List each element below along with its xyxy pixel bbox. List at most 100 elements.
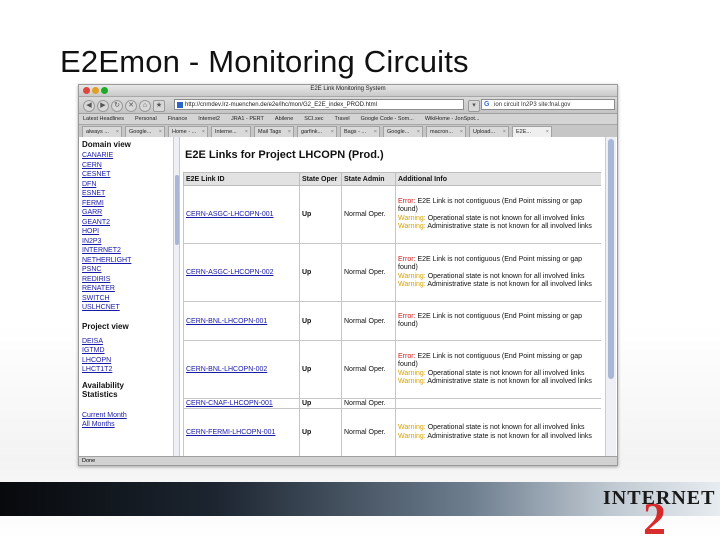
main-scroll-thumb[interactable] xyxy=(608,139,614,379)
e2e-link-id-link[interactable]: CERN-BNL-LHCOPN-002 xyxy=(186,366,267,373)
bookmark-item[interactable]: Personal xyxy=(135,116,157,122)
browser-tab[interactable]: × Bags - ... xyxy=(340,126,380,137)
domain-link[interactable]: USLHCNET xyxy=(82,303,179,313)
close-tab-icon[interactable]: × xyxy=(159,127,162,137)
project-link[interactable]: LHCT1T2 xyxy=(82,365,179,375)
back-arrow-icon[interactable]: ◀ xyxy=(83,100,95,112)
forward-arrow-icon[interactable]: ▶ xyxy=(97,100,109,112)
cell-state-admin: Normal Oper. xyxy=(341,398,396,409)
close-tab-icon[interactable]: × xyxy=(503,127,506,137)
close-tab-icon[interactable]: × xyxy=(245,127,248,137)
domain-link[interactable]: GARR xyxy=(82,208,179,218)
e2e-link-id-link[interactable]: CERN-CNAF-LHCOPN-001 xyxy=(186,400,273,407)
site-favicon-icon xyxy=(177,102,183,108)
browser-tab[interactable]: × Upload... xyxy=(469,126,509,137)
close-tab-icon[interactable]: × xyxy=(202,127,205,137)
search-input[interactable]: G ion circuit In2P3 site:fnal.gov xyxy=(481,99,615,110)
browser-window: E2E Link Monitoring System ◀ ▶ ↻ ✕ ⌂ ★ h… xyxy=(78,84,618,466)
availability-link[interactable]: All Months xyxy=(82,420,179,430)
close-tab-icon[interactable]: × xyxy=(374,127,377,137)
browser-tab[interactable]: × Home - ... xyxy=(168,126,208,137)
sidebar-scrollbar[interactable] xyxy=(173,137,179,456)
warning-label: Warning: xyxy=(398,281,426,288)
bookmark-item[interactable]: SCI.sec xyxy=(304,116,323,122)
browser-tab[interactable]: × garfink... xyxy=(297,126,337,137)
close-tab-icon[interactable]: × xyxy=(460,127,463,137)
sidebar-scroll-thumb[interactable] xyxy=(175,175,179,245)
domain-link[interactable]: PSNC xyxy=(82,265,179,275)
browser-tab[interactable]: × always ... xyxy=(82,126,122,137)
e2e-link-id-link[interactable]: CERN-ASGC-LHCOPN-002 xyxy=(186,269,274,276)
info-message-text: E2E Link is not contiguous (End Point mi… xyxy=(398,352,583,369)
domain-link[interactable]: RENATER xyxy=(82,284,179,294)
domain-link[interactable]: INTERNET2 xyxy=(82,246,179,256)
project-link[interactable]: LHCOPN xyxy=(82,356,179,366)
domain-link[interactable]: FERMI xyxy=(82,199,179,209)
home-icon[interactable]: ⌂ xyxy=(139,100,151,112)
page-heading: E2E Links for Project LHCOPN (Prod.) xyxy=(185,149,384,161)
close-tab-icon[interactable]: × xyxy=(116,127,119,137)
project-link[interactable]: IGTMD xyxy=(82,346,179,356)
info-message-text: Operational state is not known for all i… xyxy=(425,424,585,431)
domain-link[interactable]: SWITCH xyxy=(82,294,179,304)
address-bar[interactable]: http://cnmdev.lrz-muenchen.de/e2e/lhc/mo… xyxy=(174,99,464,110)
close-tab-icon[interactable]: × xyxy=(546,127,549,137)
availability-link[interactable]: Current Month xyxy=(82,411,179,421)
stop-icon[interactable]: ✕ xyxy=(125,100,137,112)
bookmark-item[interactable]: Google Code - Som... xyxy=(361,116,414,122)
bookmark-item[interactable]: JRA1 - PERT xyxy=(231,116,264,122)
domain-link[interactable]: CANARIE xyxy=(82,151,179,161)
info-message: Warning: Operational state is not known … xyxy=(398,273,599,282)
browser-tab[interactable]: × Interne... xyxy=(211,126,251,137)
bookmark-item[interactable]: Travel xyxy=(335,116,350,122)
bookmark-item[interactable]: Latest Headlines xyxy=(83,116,124,122)
e2e-link-id-link[interactable]: CERN-ASGC-LHCOPN-001 xyxy=(186,211,274,218)
bookmark-item[interactable]: Finance xyxy=(168,116,188,122)
browser-tab[interactable]: × Mail Tags xyxy=(254,126,294,137)
e2e-link-id-link[interactable]: CERN-FERMI-LHCOPN-001 xyxy=(186,429,275,436)
browser-tab-label: E2E... xyxy=(516,129,531,135)
domain-link[interactable]: DFN xyxy=(82,180,179,190)
cell-state-admin: Normal Oper. xyxy=(341,185,396,244)
domain-link[interactable]: IN2P3 xyxy=(82,237,179,247)
close-tab-icon[interactable]: × xyxy=(331,127,334,137)
cell-link-id: CERN-BNL-LHCOPN-002 xyxy=(183,340,300,399)
main-scrollbar[interactable] xyxy=(605,137,616,456)
cell-state-oper: Up xyxy=(299,340,342,399)
reload-icon[interactable]: ↻ xyxy=(111,100,123,112)
domain-link[interactable]: CERN xyxy=(82,161,179,171)
browser-tab[interactable]: × Google... xyxy=(125,126,165,137)
domain-link[interactable]: HOPI xyxy=(82,227,179,237)
info-message-text: Administrative state is not known for al… xyxy=(425,223,592,230)
browser-tab-label: Interne... xyxy=(215,129,237,135)
page-content: Domain view CANARIE CERN CESNET DFN ESNET FER… xyxy=(79,137,617,456)
bookmark-icon[interactable]: ★ xyxy=(153,100,165,112)
browser-tab[interactable]: × Google... xyxy=(383,126,423,137)
domain-link[interactable]: CESNET xyxy=(82,170,179,180)
cell-additional-info: Error: E2E Link is not contiguous (End P… xyxy=(395,340,601,399)
search-input-text: ion circuit In2P3 site:fnal.gov xyxy=(494,102,571,108)
info-message-text: E2E Link is not contiguous (End Point mi… xyxy=(398,197,583,214)
e2e-link-id-link[interactable]: CERN-BNL-LHCOPN-001 xyxy=(186,318,267,325)
domain-link[interactable]: ESNET xyxy=(82,189,179,199)
browser-tab[interactable]: × E2E... xyxy=(512,126,552,137)
close-tab-icon[interactable]: × xyxy=(417,127,420,137)
bookmark-item[interactable]: WikiHome - JonSpot... xyxy=(425,116,480,122)
domain-link[interactable]: GEANT2 xyxy=(82,218,179,228)
go-dropdown-icon[interactable]: ▾ xyxy=(468,100,480,112)
info-message: Warning: Administrative state is not kno… xyxy=(398,281,599,290)
project-link[interactable]: DEISA xyxy=(82,337,179,347)
bookmark-item[interactable]: Abilene xyxy=(275,116,293,122)
domain-link[interactable]: NETHERLIGHT xyxy=(82,256,179,266)
browser-tab-label: Home - ... xyxy=(172,129,197,135)
warning-label: Warning: xyxy=(398,223,426,230)
error-label: Error: xyxy=(398,352,416,360)
close-tab-icon[interactable]: × xyxy=(288,127,291,137)
domain-link[interactable]: REDIRIS xyxy=(82,275,179,285)
sidebar-frame: Domain view CANARIE CERN CESNET DFN ESNET FER… xyxy=(79,137,180,456)
table-row: CERN-ASGC-LHCOPN-001 Up Normal Oper. Error:… xyxy=(183,185,601,244)
domain-link-list: CANARIE CERN CESNET DFN ESNET FERMI GARR GEANT2… xyxy=(79,151,179,313)
bookmark-item[interactable]: Internet2 xyxy=(198,116,220,122)
browser-tab[interactable]: × macron... xyxy=(426,126,466,137)
